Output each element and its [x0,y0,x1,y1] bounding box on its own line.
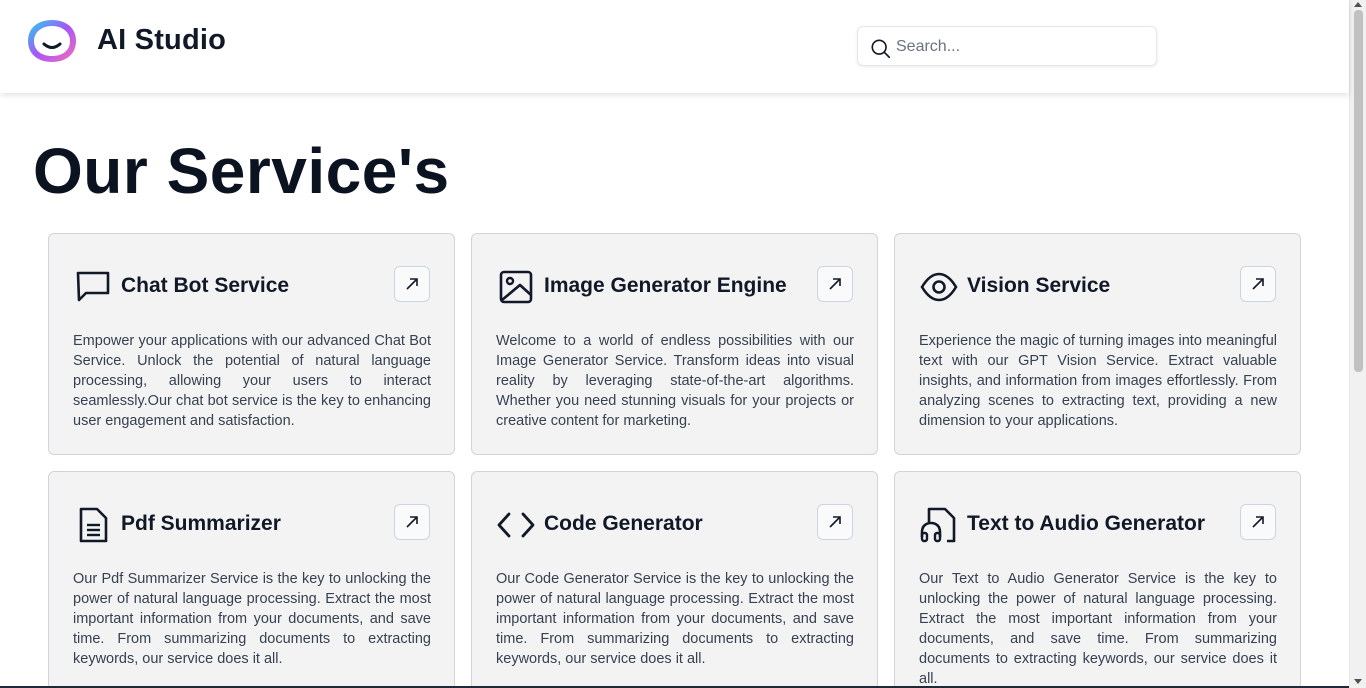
service-description: Empower your applications with our advan… [73,333,431,429]
scroll-down-arrow-icon[interactable] [1354,679,1362,684]
scrollbar-thumb[interactable] [1354,10,1363,372]
open-service-button[interactable] [394,266,430,302]
audio-file-icon [920,507,956,543]
document-icon [79,507,108,543]
service-description: Experience the magic of turning images i… [919,333,1277,429]
service-title: Chat Bot Service [121,274,290,297]
service-description: Our Code Generator Service is the key to… [496,571,854,667]
service-card-chat-bot[interactable]: Chat Bot Service Empower your applicatio… [48,233,455,455]
open-service-button[interactable] [817,266,853,302]
brand-name: AI Studio [97,24,227,56]
service-card-pdf-summarizer[interactable]: Pdf Summarizer Our Pdf Summarizer Servic… [48,471,455,688]
vertical-scrollbar[interactable] [1349,0,1366,688]
service-title: Image Generator Engine [544,274,787,297]
arrow-up-right-icon [829,278,841,290]
page-title: Our Service's [33,135,450,207]
service-description: Our Pdf Summarizer Service is the key to… [73,571,431,667]
code-icon [497,512,535,538]
ai-studio-logo-icon[interactable] [25,17,79,65]
eye-icon [920,272,958,302]
service-card-image-generator[interactable]: Image Generator Engine Welcome to a worl… [471,233,878,455]
search-box[interactable] [857,26,1157,66]
open-service-button[interactable] [394,504,430,540]
search-input[interactable] [896,35,1146,59]
service-title: Vision Service [967,274,1111,297]
arrow-up-right-icon [406,516,418,528]
service-description: Welcome to a world of endless possibilit… [496,333,854,429]
service-card-code-generator[interactable]: Code Generator Our Code Generator Servic… [471,471,878,688]
service-title: Code Generator [544,512,703,535]
service-title: Pdf Summarizer [121,512,281,535]
image-icon [499,270,533,304]
chat-bubble-icon [76,271,110,302]
service-card-text-to-audio[interactable]: Text to Audio Generator Our Text to Audi… [894,471,1301,688]
open-service-button[interactable] [817,504,853,540]
service-card-vision[interactable]: Vision Service Experience the magic of t… [894,233,1301,455]
top-header: AI Studio [0,0,1349,93]
service-title: Text to Audio Generator [967,512,1206,535]
service-description: Our Text to Audio Generator Service is t… [919,571,1277,687]
scroll-up-arrow-icon[interactable] [1354,2,1362,7]
open-service-button[interactable] [1240,266,1276,302]
arrow-up-right-icon [406,278,418,290]
open-service-button[interactable] [1240,504,1276,540]
arrow-up-right-icon [829,516,841,528]
search-icon [871,39,891,59]
arrow-up-right-icon [1252,278,1264,290]
arrow-up-right-icon [1252,516,1264,528]
